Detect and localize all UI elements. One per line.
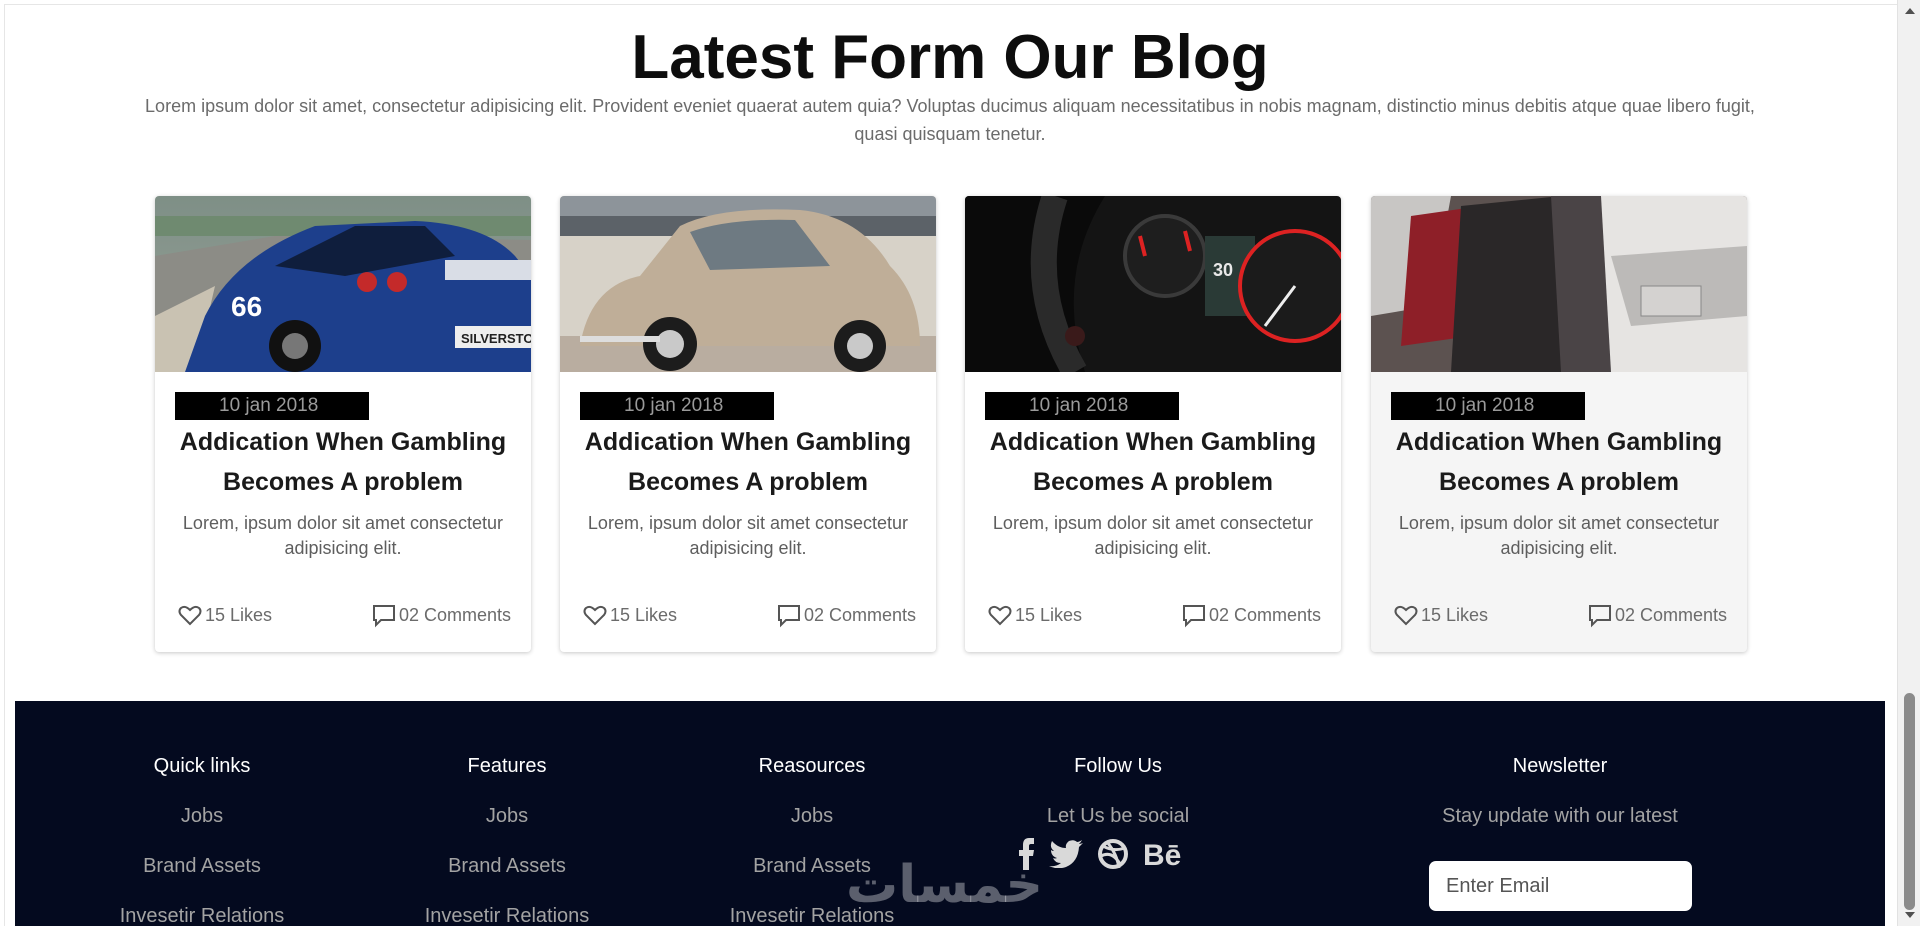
comments-button[interactable]: 02 Comments <box>1587 602 1727 628</box>
footer-column-title: Quick links <box>153 755 251 777</box>
newsletter-text: Stay update with our latest <box>1442 805 1678 827</box>
comments-count: 02 Comments <box>1208 604 1321 625</box>
svg-text:Bē: Bē <box>1143 839 1181 869</box>
blue-race-car-photo[interactable]: 66 SILVERSTON <box>155 196 531 372</box>
likes-button[interactable]: 15 Likes <box>582 602 677 628</box>
scroll-down-arrow-icon[interactable] <box>1905 912 1915 918</box>
post-date: 10 jan 2018 <box>175 392 369 420</box>
post-excerpt: Lorem, ipsum dolor sit amet consectetur … <box>587 513 909 558</box>
post-excerpt: Lorem, ipsum dolor sit amet consectetur … <box>992 513 1314 558</box>
post-date: 10 jan 2018 <box>985 392 1179 420</box>
comments-count: 02 Comments <box>1614 604 1727 625</box>
post-title[interactable]: Addication When Gambling Becomes A probl… <box>570 422 926 502</box>
follow-us-text: Let Us be social <box>1046 805 1190 827</box>
vintage-beetle-car-photo[interactable] <box>560 196 936 372</box>
footer-column-title: Follow Us <box>1074 755 1162 777</box>
blog-card[interactable]: 30 10 jan 2018 Addication When Gambling … <box>965 196 1341 652</box>
footer-column-title: Newsletter <box>1512 755 1608 777</box>
behance-icon[interactable]: Bē <box>1143 839 1187 874</box>
blog-card[interactable]: 66 SILVERSTON 10 jan 2018 Addication Whe… <box>155 196 531 652</box>
scrollbar-thumb[interactable] <box>1904 693 1915 910</box>
post-date: 10 jan 2018 <box>580 392 774 420</box>
likes-button[interactable]: 15 Likes <box>987 602 1082 628</box>
heart-icon <box>1394 605 1418 626</box>
footer-link-brand-assets[interactable]: Brand Assets <box>392 853 622 879</box>
footer-column-resources: Reasources Jobs Brand Assets Invesetir R… <box>697 753 927 926</box>
svg-text:SILVERSTON: SILVERSTON <box>461 331 531 346</box>
heart-icon <box>178 605 202 626</box>
comment-icon <box>372 605 395 628</box>
dribbble-icon[interactable] <box>1097 838 1129 875</box>
comments-button[interactable]: 02 Comments <box>1181 602 1321 628</box>
post-title[interactable]: Addication When Gambling Becomes A probl… <box>165 422 521 502</box>
heart-icon <box>988 605 1012 626</box>
car-dashboard-photo[interactable]: 30 <box>965 196 1341 372</box>
blog-cards: 66 SILVERSTON 10 jan 2018 Addication Whe… <box>155 196 1747 652</box>
comment-icon <box>777 605 800 628</box>
footer-column-follow-us: Follow Us Let Us be social <box>1003 753 1233 827</box>
post-excerpt: Lorem, ipsum dolor sit amet consectetur … <box>1398 513 1720 558</box>
comments-count: 02 Comments <box>803 604 916 625</box>
blog-title: Latest Form Our Blog <box>631 23 1269 92</box>
footer-link-brand-assets[interactable]: Brand Assets <box>87 853 317 879</box>
comments-button[interactable]: 02 Comments <box>371 602 511 628</box>
footer-column-newsletter: Newsletter Stay update with our latest <box>1405 753 1715 827</box>
footer-column-features: Features Jobs Brand Assets Invesetir Rel… <box>392 753 622 926</box>
footer-column-quick-links: Quick links Jobs Brand Assets Invesetir … <box>87 753 317 926</box>
footer-column-title: Reasources <box>758 755 866 777</box>
likes-count: 15 Likes <box>1015 604 1083 625</box>
footer-link-investor-relations[interactable]: Invesetir Relations <box>87 903 317 926</box>
footer-link-jobs[interactable]: Jobs <box>87 803 317 829</box>
svg-text:66: 66 <box>231 291 262 322</box>
comments-count: 02 Comments <box>398 604 511 625</box>
likes-count: 15 Likes <box>610 604 678 625</box>
comment-icon <box>1182 605 1205 628</box>
post-title[interactable]: Addication When Gambling Becomes A probl… <box>1381 422 1737 502</box>
heart-icon <box>583 605 607 626</box>
likes-button[interactable]: 15 Likes <box>1393 602 1488 628</box>
parked-cars-row-photo[interactable] <box>1371 196 1747 372</box>
scroll-up-arrow-icon[interactable] <box>1905 8 1915 14</box>
footer-link-jobs[interactable]: Jobs <box>697 803 927 829</box>
footer-link-jobs[interactable]: Jobs <box>392 803 622 829</box>
footer-link-investor-relations[interactable]: Invesetir Relations <box>392 903 622 926</box>
blog-subtitle: Lorem ipsum dolor sit amet, consectetur … <box>145 96 1755 144</box>
likes-count: 15 Likes <box>205 604 273 625</box>
footer-column-title: Features <box>467 755 547 777</box>
likes-button[interactable]: 15 Likes <box>177 602 272 628</box>
comment-icon <box>1588 605 1611 628</box>
watermark-logo: خمسات <box>842 852 1082 915</box>
comments-button[interactable]: 02 Comments <box>776 602 916 628</box>
post-title[interactable]: Addication When Gambling Becomes A probl… <box>975 422 1331 502</box>
blog-card[interactable]: 10 jan 2018 Addication When Gambling Bec… <box>560 196 936 652</box>
vertical-scrollbar[interactable] <box>1897 0 1920 926</box>
likes-count: 15 Likes <box>1421 604 1489 625</box>
watermark-text: خمسات <box>846 855 1043 912</box>
blog-card[interactable]: 10 jan 2018 Addication When Gambling Bec… <box>1371 196 1747 652</box>
post-date: 10 jan 2018 <box>1391 392 1585 420</box>
svg-text:30: 30 <box>1213 260 1233 280</box>
post-excerpt: Lorem, ipsum dolor sit amet consectetur … <box>182 513 504 558</box>
newsletter-email-input[interactable] <box>1429 861 1692 911</box>
